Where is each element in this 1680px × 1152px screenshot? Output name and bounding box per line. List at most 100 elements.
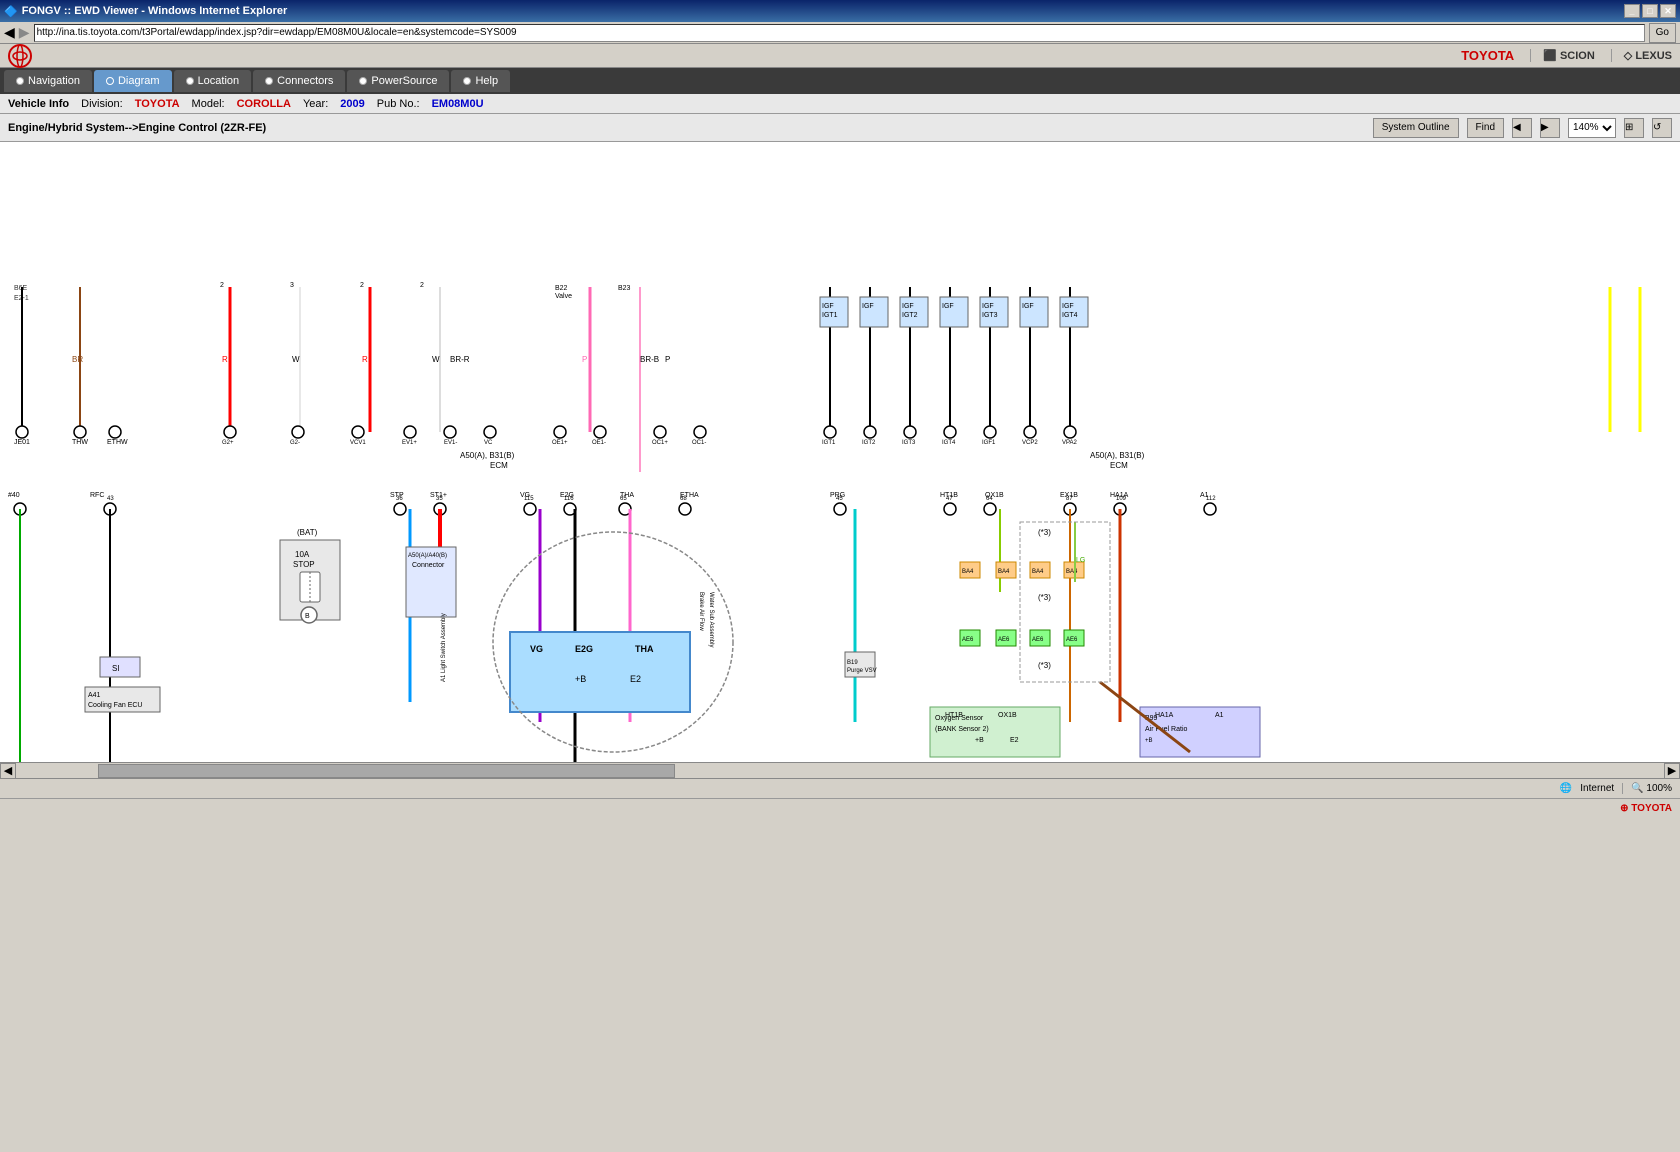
svg-text:EV1+: EV1+ (402, 440, 417, 446)
address-input[interactable] (34, 24, 1645, 42)
svg-text:IGT3: IGT3 (982, 312, 998, 319)
tab-connectors-radio (265, 77, 273, 85)
tab-powersource-label: PowerSource (371, 75, 437, 87)
svg-text:(*3): (*3) (1038, 661, 1051, 670)
tab-navigation[interactable]: Navigation (4, 70, 92, 92)
svg-text:+B: +B (1145, 738, 1153, 744)
svg-text:SI: SI (112, 664, 120, 673)
svg-text:IGT4: IGT4 (942, 440, 956, 446)
svg-text:IGF: IGF (822, 303, 834, 310)
svg-text:3: 3 (290, 282, 294, 289)
scion-logo: ⬛ SCION (1530, 49, 1595, 62)
window-controls[interactable]: _ □ ✕ (1624, 4, 1676, 18)
svg-text:Brake Air Flow: Brake Air Flow (698, 592, 704, 631)
svg-text:OE1+: OE1+ (552, 440, 568, 446)
scroll-right-button[interactable]: ▶ (1664, 763, 1680, 779)
svg-text:E2: E2 (1010, 737, 1019, 744)
zoom-reset-button[interactable]: ⊞ (1624, 118, 1644, 138)
toyota-circle-logo (8, 44, 32, 68)
toyota-footer-logo: ⊕ TOYOTA (1620, 803, 1672, 814)
zoom-select[interactable]: 140% 100% 75% 50% (1568, 118, 1616, 138)
maximize-button[interactable]: □ (1642, 4, 1658, 18)
svg-text:+B: +B (975, 737, 984, 744)
svg-text:OC1+: OC1+ (652, 440, 668, 446)
svg-text:A50(A), B31(B): A50(A), B31(B) (460, 451, 515, 460)
scroll-left-button[interactable]: ◀ (0, 763, 16, 779)
svg-text:JE01: JE01 (14, 439, 30, 446)
pub-no-value: EM08M0U (432, 98, 484, 110)
go-button[interactable]: Go (1649, 23, 1676, 43)
vehicle-info-bar: Vehicle Info Division: TOYOTA Model: COR… (0, 94, 1680, 114)
tab-location[interactable]: Location (174, 70, 252, 92)
svg-text:ETHW: ETHW (107, 439, 128, 446)
diagram-title: Engine/Hybrid System-->Engine Control (2… (8, 122, 1365, 134)
lexus-logo: ◇ LEXUS (1611, 49, 1672, 62)
svg-text:BA4: BA4 (962, 569, 974, 575)
refresh-button[interactable]: ↺ (1652, 118, 1672, 138)
toyota-logo: TOYOTA (1461, 48, 1514, 63)
pub-no-label: Pub No.: (377, 98, 420, 110)
svg-text:B: B (305, 613, 310, 620)
svg-text:2: 2 (360, 282, 364, 289)
tab-diagram-label: Diagram (118, 75, 160, 87)
tab-connectors[interactable]: Connectors (253, 70, 345, 92)
svg-text:STOP: STOP (293, 560, 315, 569)
svg-text:87: 87 (1066, 496, 1073, 502)
horizontal-scrollbar[interactable]: ◀ ▶ (0, 762, 1680, 778)
find-button[interactable]: Find (1467, 118, 1504, 138)
minimize-button[interactable]: _ (1624, 4, 1640, 18)
zoom-out-button[interactable]: ◀ (1512, 118, 1532, 138)
svg-text:IGT2: IGT2 (862, 440, 876, 446)
status-right: 🌐 Internet 🔍 100% (1560, 783, 1672, 794)
tab-diagram[interactable]: Diagram (94, 70, 172, 92)
tab-help[interactable]: Help (451, 70, 510, 92)
svg-text:E2: E2 (630, 674, 641, 684)
svg-text:BA4: BA4 (1032, 569, 1044, 575)
svg-text:RFC: RFC (90, 492, 104, 499)
zoom-icon: 🔍 (1631, 783, 1643, 794)
scrollbar-thumb-h[interactable] (98, 764, 675, 778)
svg-text:2: 2 (420, 282, 424, 289)
svg-text:IGT3: IGT3 (902, 440, 916, 446)
brand-logos: TOYOTA ⬛ SCION ◇ LEXUS (1461, 48, 1672, 63)
svg-text:A41: A41 (88, 692, 101, 699)
division-value: TOYOTA (135, 98, 180, 110)
svg-text:IGF: IGF (982, 303, 994, 310)
model-value: COROLLA (237, 98, 291, 110)
window-icon: 🔷 (4, 5, 18, 18)
status-zoom: 🔍 100% (1622, 783, 1672, 794)
scrollbar-track-h[interactable] (16, 764, 1664, 778)
svg-text:109: 109 (1116, 496, 1127, 502)
svg-text:BR-R: BR-R (450, 355, 470, 364)
svg-text:IGT4: IGT4 (1062, 312, 1078, 319)
svg-text:116: 116 (564, 496, 574, 502)
tab-diagram-radio (106, 77, 114, 85)
tab-navigation-label: Navigation (28, 75, 80, 87)
svg-text:IGF: IGF (1062, 303, 1074, 310)
wiring-diagram-svg: B6E E2-1 IGF IGT1 (0, 142, 1680, 762)
diagram-viewport[interactable]: B6E E2-1 IGF IGT1 (0, 142, 1680, 762)
back-icon[interactable]: ◀ (4, 24, 15, 41)
tab-help-label: Help (475, 75, 498, 87)
svg-text:IGF: IGF (1022, 303, 1034, 310)
division-label: Division: (81, 98, 123, 110)
svg-text:A50(A), B31(B): A50(A), B31(B) (1090, 451, 1145, 460)
svg-text:47: 47 (946, 496, 953, 502)
system-outline-button[interactable]: System Outline (1373, 118, 1459, 138)
close-button[interactable]: ✕ (1660, 4, 1676, 18)
tab-powersource[interactable]: PowerSource (347, 70, 449, 92)
svg-text:Cooling Fan ECU: Cooling Fan ECU (88, 702, 142, 709)
svg-text:A1: A1 (1215, 712, 1224, 719)
tab-location-label: Location (198, 75, 240, 87)
bottom-bar: ⊕ TOYOTA (0, 798, 1680, 818)
svg-text:E2G: E2G (575, 644, 593, 654)
model-label: Model: (192, 98, 225, 110)
svg-text:VCP2: VCP2 (1022, 440, 1038, 446)
svg-text:W: W (292, 355, 300, 364)
zoom-in-button[interactable]: ▶ (1540, 118, 1560, 138)
svg-text:R: R (362, 355, 368, 364)
svg-text:ECM: ECM (490, 461, 508, 470)
toolbar-left (8, 44, 32, 68)
forward-icon[interactable]: ▶ (19, 24, 30, 41)
svg-text:112: 112 (1206, 496, 1216, 502)
